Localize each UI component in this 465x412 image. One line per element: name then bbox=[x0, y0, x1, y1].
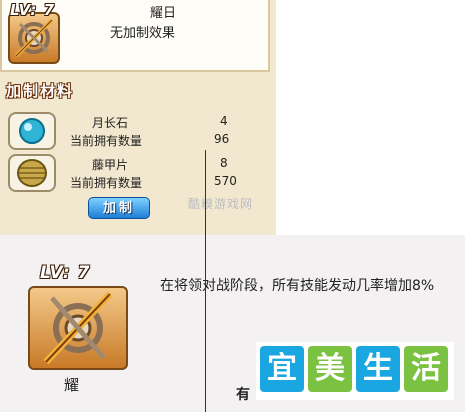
item-icon-frame[interactable] bbox=[8, 12, 60, 64]
sun-staff-icon bbox=[43, 291, 113, 365]
vertical-divider bbox=[205, 150, 206, 412]
material-name: 月长石 bbox=[92, 116, 129, 130]
owned-count: 570 bbox=[214, 174, 237, 188]
logo-char: 宜 bbox=[260, 346, 304, 392]
watermark-logo: 宜 美 生 活 bbox=[256, 342, 454, 400]
material-row: 月长石 4 当前拥有数量 96 bbox=[6, 110, 272, 154]
moonstone-icon[interactable] bbox=[8, 112, 56, 150]
sun-staff-icon bbox=[14, 18, 54, 58]
tooltip-level-badge: LV: 7 bbox=[40, 263, 91, 283]
material-required: 4 bbox=[220, 114, 228, 128]
craft-button[interactable]: 加制 bbox=[88, 197, 150, 219]
tooltip-item-name: 耀 bbox=[64, 376, 80, 394]
rattan-armor-icon[interactable] bbox=[8, 154, 56, 192]
logo-char: 活 bbox=[404, 346, 448, 392]
materials-section-title: 加制材料 bbox=[6, 82, 75, 100]
material-row: 藤甲片 8 当前拥有数量 570 bbox=[6, 152, 272, 196]
material-required: 8 bbox=[220, 156, 228, 170]
blank-area bbox=[276, 0, 465, 235]
owned-count: 96 bbox=[214, 132, 230, 146]
material-name: 藤甲片 bbox=[92, 158, 129, 172]
item-effect: 无加制效果 bbox=[110, 26, 176, 41]
level-badge: LV: 7 bbox=[10, 1, 56, 19]
tooltip-item-frame bbox=[28, 286, 128, 370]
owned-label: 当前拥有数量 bbox=[70, 134, 143, 148]
watermark-text: 酷糗游戏网 bbox=[188, 197, 254, 211]
logo-char: 生 bbox=[356, 346, 400, 392]
partial-text: 有 bbox=[236, 387, 250, 403]
logo-char: 美 bbox=[308, 346, 352, 392]
owned-label: 当前拥有数量 bbox=[70, 176, 143, 190]
item-name: 耀日 bbox=[150, 6, 177, 21]
